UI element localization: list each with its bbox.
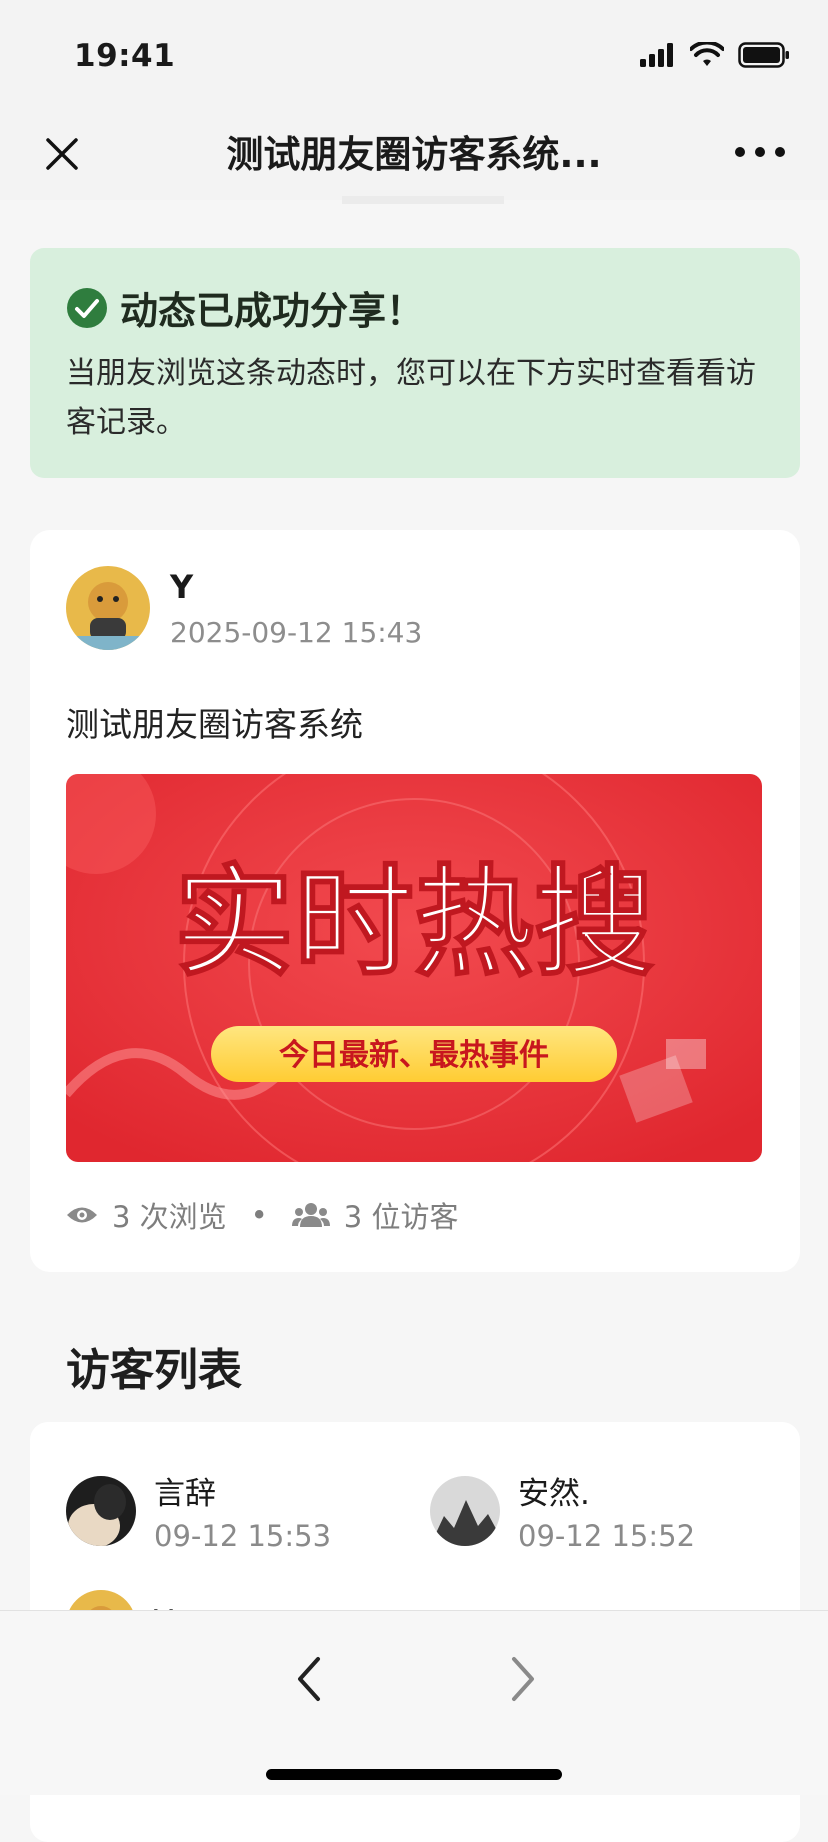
bottom-toolbar bbox=[0, 1610, 828, 1795]
status-icons bbox=[640, 42, 790, 68]
wifi-icon bbox=[690, 42, 724, 66]
page-title: 测试朋友圈访客系统... bbox=[226, 133, 602, 176]
post-card: Y 2025-09-12 15:43 测试朋友圈访客系统 实时热搜 今日最新、最… bbox=[30, 530, 800, 1272]
image-headline: 实时热搜 bbox=[174, 854, 654, 993]
visitor-avatar bbox=[430, 1475, 500, 1546]
banner-title: 动态已成功分享！ bbox=[120, 289, 425, 333]
visitors-count: 3 位访客 bbox=[343, 1200, 459, 1234]
stats-separator: • bbox=[250, 1198, 268, 1232]
banner-description: 当朋友浏览这条动态时，您可以在下方实时查看看访客记录。 bbox=[66, 356, 756, 440]
visitor-time: 09-12 15:53 bbox=[154, 1519, 332, 1553]
chevron-left-icon[interactable] bbox=[290, 1653, 330, 1705]
banner-header: 动态已成功分享！ bbox=[66, 280, 764, 335]
close-icon[interactable] bbox=[40, 132, 84, 176]
author-avatar[interactable] bbox=[66, 566, 150, 650]
post-image[interactable]: 实时热搜 今日最新、最热事件 bbox=[66, 774, 762, 1162]
check-circle-icon bbox=[67, 287, 107, 328]
visitor-name: 安然. bbox=[518, 1476, 590, 1512]
home-indicator bbox=[266, 1769, 562, 1780]
eye-icon bbox=[67, 1207, 97, 1223]
section-title: 访客列表 bbox=[66, 1345, 242, 1396]
nav-divider bbox=[342, 196, 504, 204]
more-icon[interactable] bbox=[732, 140, 788, 164]
post-timestamp: 2025-09-12 15:43 bbox=[170, 616, 423, 649]
list-item[interactable]: 言辞 09-12 15:53 bbox=[66, 1468, 331, 1553]
success-banner: 动态已成功分享！ 当朋友浏览这条动态时，您可以在下方实时查看看访客记录。 bbox=[30, 248, 800, 478]
signal-icon bbox=[640, 43, 673, 67]
image-tagline: 今日最新、最热事件 bbox=[279, 1038, 549, 1073]
users-icon bbox=[291, 1203, 330, 1227]
post-stats: 3 次浏览 • 3 位访客 bbox=[66, 1194, 458, 1236]
author-name[interactable]: Y bbox=[170, 568, 193, 606]
battery-icon bbox=[738, 42, 789, 68]
views-count: 3 次浏览 bbox=[112, 1200, 227, 1234]
visitor-avatar bbox=[66, 1475, 136, 1546]
visitor-time: 09-12 15:52 bbox=[518, 1519, 696, 1553]
status-bar: 19:41 bbox=[0, 0, 828, 110]
visitor-name: 言辞 bbox=[154, 1476, 216, 1512]
status-time: 19:41 bbox=[74, 38, 176, 74]
nav-bar: 测试朋友圈访客系统... bbox=[0, 110, 828, 200]
chevron-right-icon[interactable] bbox=[502, 1653, 542, 1705]
post-text: 测试朋友圈访客系统 bbox=[66, 705, 363, 744]
list-item[interactable]: 安然. 09-12 15:52 bbox=[430, 1468, 695, 1553]
